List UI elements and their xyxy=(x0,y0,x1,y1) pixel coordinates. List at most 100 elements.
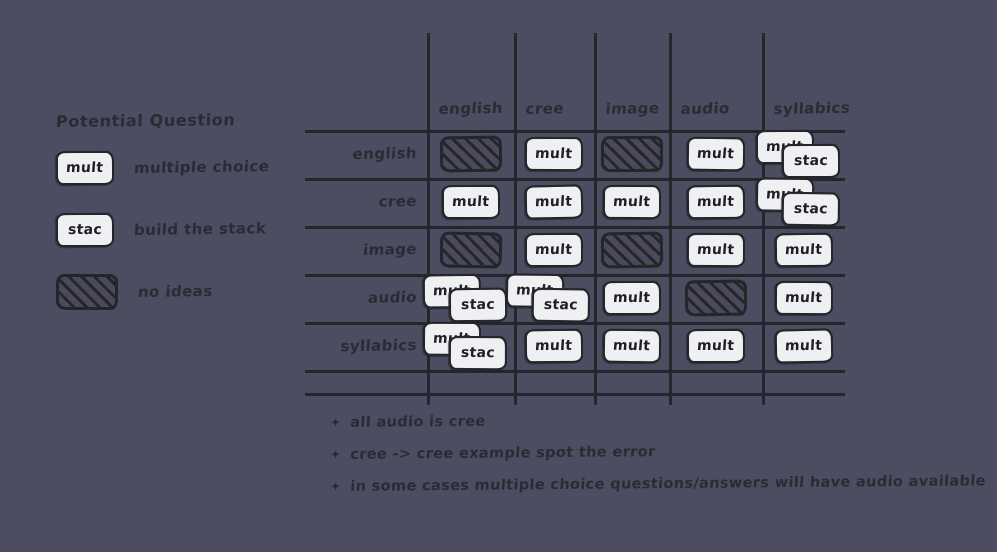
matrix-cell-cree-image-card-label: mult xyxy=(612,193,651,211)
matrix-cell-image-audio[interactable]: mult xyxy=(669,226,762,274)
matrix-cell-audio-image[interactable]: mult xyxy=(594,274,669,322)
matrix-cell-audio-english-stack[interactable]: multstac xyxy=(422,273,518,323)
matrix-cell-image-cree-card[interactable]: mult xyxy=(525,233,583,267)
matrix-cell-audio-cree-stack-front-card-label: stac xyxy=(543,296,579,314)
footnote-3: ✦ in some cases multiple choice questions… xyxy=(329,473,987,495)
matrix-cell-syllabics-english-stack-front-card[interactable]: stac xyxy=(448,335,507,371)
matrix-cell-image-cree-card-label: mult xyxy=(534,242,574,258)
legend-item-no-ideas: no ideas xyxy=(56,267,326,317)
footnote-bullet-icon: ✦ xyxy=(329,479,342,495)
matrix-cell-audio-audio-hatch[interactable] xyxy=(684,279,747,317)
footnote-text-1: all audio is cree xyxy=(349,413,487,431)
matrix-cell-syllabics-english-stack-front-card-label: stac xyxy=(459,344,496,362)
matrix-cell-english-cree[interactable]: mult xyxy=(514,130,594,178)
matrix-row-header-english: english xyxy=(352,144,418,164)
matrix-cell-image-syllabics[interactable]: mult xyxy=(762,226,845,274)
matrix-cell-syllabics-audio[interactable]: mult xyxy=(669,322,762,370)
matrix-cell-syllabics-syllabics-card-label: mult xyxy=(784,337,823,355)
matrix-cell-image-syllabics-card-label: mult xyxy=(784,241,823,259)
matrix-cell-cree-image-card[interactable]: mult xyxy=(602,184,661,220)
matrix-cell-audio-english-stack-front-card[interactable]: stac xyxy=(448,287,507,323)
matrix-cell-english-audio-card[interactable]: mult xyxy=(686,136,745,172)
matrix-cell-english-image[interactable] xyxy=(594,130,669,178)
legend-item-build-the-stack: stac build the stack xyxy=(56,205,326,255)
matrix-cell-audio-syllabics[interactable]: mult xyxy=(762,274,845,322)
legend-label-no-ideas: no ideas xyxy=(137,281,214,301)
matrix-cell-image-cree[interactable]: mult xyxy=(514,226,594,274)
matrix-cell-image-image-hatch[interactable] xyxy=(600,231,663,269)
matrix-cell-english-cree-card[interactable]: mult xyxy=(524,136,584,172)
matrix-row-header-audio: audio xyxy=(367,288,418,307)
matrix-cell-english-english[interactable] xyxy=(427,130,514,178)
matrix-row-header-image: image xyxy=(362,240,418,259)
legend-label-multiple-choice: multiple choice xyxy=(133,157,270,177)
matrix-cell-syllabics-image[interactable]: mult xyxy=(594,322,669,370)
matrix-cell-cree-syllabics-stack-front-card[interactable]: stac xyxy=(781,191,840,227)
legend-item-multiple-choice: mult multiple choice xyxy=(56,143,326,193)
matrix-cell-audio-cree-stack-front-card[interactable]: stac xyxy=(531,287,591,323)
matrix-cell-image-english[interactable] xyxy=(427,226,514,274)
matrix-cell-cree-english-card-label: mult xyxy=(451,194,490,210)
matrix-cell-syllabics-english[interactable]: multstac xyxy=(422,321,514,371)
matrix-cell-syllabics-syllabics-card[interactable]: mult xyxy=(774,328,833,364)
footnotes-list: ✦ all audio is cree ✦ cree -> cree example … xyxy=(329,414,987,511)
matrix-cell-cree-image[interactable]: mult xyxy=(594,178,669,226)
matrix-cell-cree-audio-card[interactable]: mult xyxy=(686,184,745,220)
footnote-2: ✦ cree -> cree example spot the error xyxy=(330,442,961,463)
matrix-cell-syllabics-cree[interactable]: mult xyxy=(514,322,594,370)
matrix-cell-syllabics-image-card[interactable]: mult xyxy=(602,328,661,364)
matrix-cell-cree-syllabics-stack[interactable]: multstac xyxy=(755,177,852,227)
legend-chip-stac-label: stac xyxy=(67,222,103,238)
matrix-cell-audio-english-stack-front-card-label: stac xyxy=(460,296,496,314)
footnote-1: ✦ all audio is cree xyxy=(330,410,961,431)
matrix-cell-cree-cree-card-label: mult xyxy=(534,193,574,211)
matrix-cell-syllabics-english-stack[interactable]: multstac xyxy=(422,321,518,371)
matrix-cell-english-syllabics-stack[interactable]: multstac xyxy=(755,130,852,178)
matrix-column-header-image: image xyxy=(605,99,661,118)
legend-chip-mult-label: mult xyxy=(65,160,105,176)
matrix-cell-cree-english-card[interactable]: mult xyxy=(441,185,500,219)
matrix-cell-english-syllabics[interactable]: multstac xyxy=(755,130,845,178)
matrix-cell-image-audio-card-label: mult xyxy=(696,241,735,259)
matrix-cell-cree-cree[interactable]: mult xyxy=(514,178,594,226)
matrix-cell-image-english-hatch[interactable] xyxy=(439,231,502,269)
footnote-text-3: in some cases multiple choice questions/… xyxy=(349,473,987,495)
footnote-bullet-icon: ✦ xyxy=(329,415,342,431)
matrix-column-header-cree: cree xyxy=(525,99,565,118)
matrix-row-rule-5 xyxy=(305,370,845,373)
matrix-cell-syllabics-cree-card-label: mult xyxy=(534,337,574,355)
matrix-cell-syllabics-image-card-label: mult xyxy=(612,337,651,355)
matrix-cell-audio-audio[interactable] xyxy=(669,274,762,322)
matrix-cell-english-audio[interactable]: mult xyxy=(669,130,762,178)
matrix-cell-english-syllabics-stack-front-card[interactable]: stac xyxy=(781,144,840,178)
matrix-cell-syllabics-audio-card[interactable]: mult xyxy=(686,329,745,363)
matrix-cell-image-syllabics-card[interactable]: mult xyxy=(774,232,833,268)
matrix-cell-audio-syllabics-card[interactable]: mult xyxy=(774,280,833,316)
matrix-cell-audio-cree-stack[interactable]: multstac xyxy=(505,273,603,323)
matrix-cell-english-image-hatch[interactable] xyxy=(600,135,663,173)
matrix-cell-cree-cree-card[interactable]: mult xyxy=(524,184,584,220)
matrix-cell-cree-audio-card-label: mult xyxy=(696,193,735,211)
matrix-cell-cree-syllabics-stack-front-card-label: stac xyxy=(792,200,829,218)
matrix-cell-audio-english[interactable]: multstac xyxy=(422,273,514,323)
matrix-row-header-cree: cree xyxy=(378,192,418,211)
footnote-bullet-icon: ✦ xyxy=(329,447,342,463)
legend-panel: Potential Question mult multiple choice … xyxy=(55,110,326,317)
matrix-cell-image-audio-card[interactable]: mult xyxy=(686,232,745,268)
matrix-cell-cree-syllabics[interactable]: multstac xyxy=(755,177,845,227)
legend-label-build-the-stack: build the stack xyxy=(133,219,267,239)
footnote-text-2: cree -> cree example spot the error xyxy=(349,444,656,463)
matrix-cell-syllabics-cree-card[interactable]: mult xyxy=(524,328,584,364)
matrix-cell-cree-english[interactable]: mult xyxy=(427,178,514,226)
matrix-cell-audio-cree[interactable]: multstac xyxy=(505,273,594,323)
matrix-cell-cree-audio[interactable]: mult xyxy=(669,178,762,226)
matrix-cell-english-audio-card-label: mult xyxy=(696,145,735,163)
matrix-cell-audio-image-card-label: mult xyxy=(612,290,651,306)
matrix-column-header-audio: audio xyxy=(680,99,731,118)
legend-title: Potential Question xyxy=(55,110,236,131)
matrix-cell-audio-image-card[interactable]: mult xyxy=(602,281,661,315)
matrix-cell-image-image[interactable] xyxy=(594,226,669,274)
matrix-cell-english-english-hatch[interactable] xyxy=(439,135,502,173)
legend-chip-stac: stac xyxy=(56,213,114,247)
matrix-cell-syllabics-syllabics[interactable]: mult xyxy=(762,322,845,370)
